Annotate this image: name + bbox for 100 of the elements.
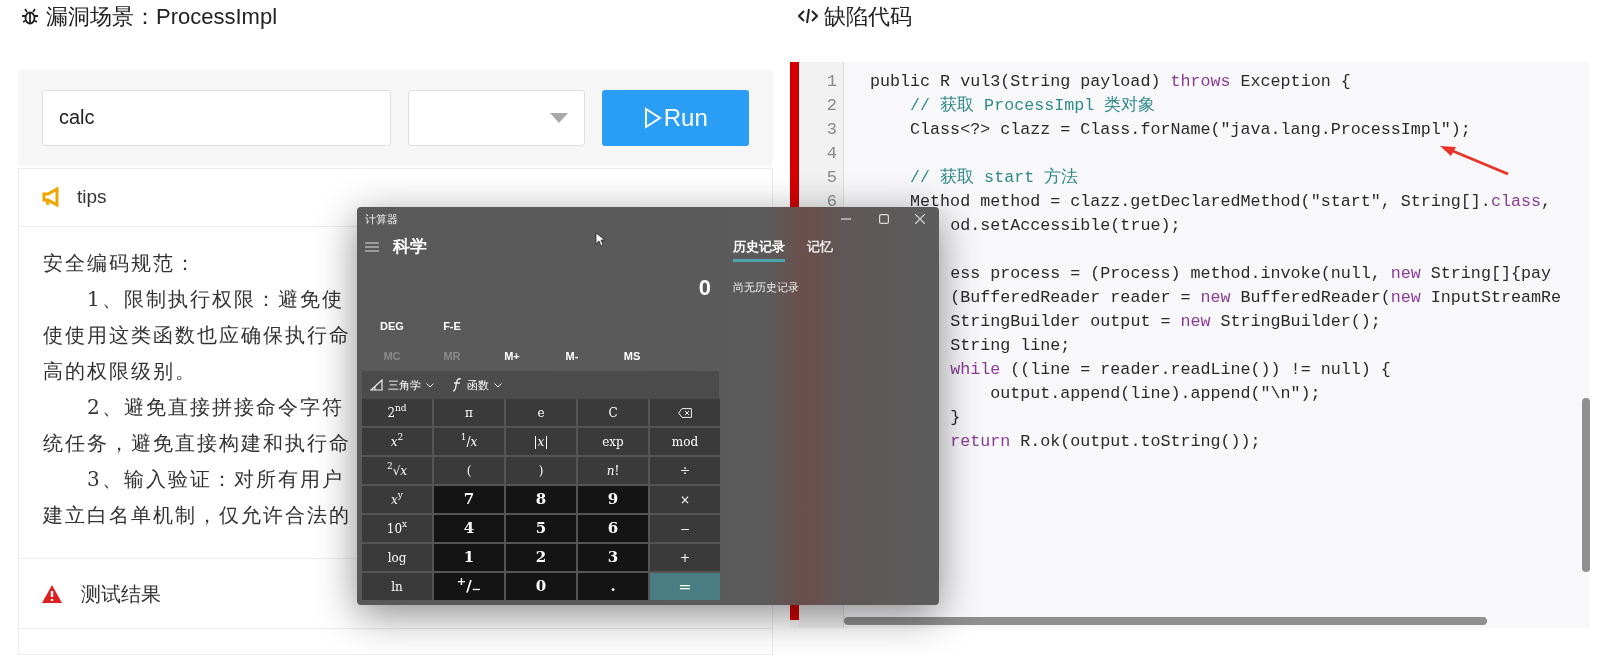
tips-text-line: 3、输入验证：对所有用户 (86, 465, 344, 493)
calculator-key[interactable]: 2 (506, 544, 576, 571)
line-number: 6 (826, 191, 837, 213)
mode-title: 科学 (393, 236, 427, 259)
code-line: Class<?> clazz = Class.forName("java.lang.ProcessImpl"); (910, 119, 1471, 141)
mode-button[interactable]: F-E (422, 317, 482, 335)
calculator-key[interactable]: x$^{y}$ (362, 486, 432, 513)
chevron-down-icon (494, 382, 502, 388)
memory-button[interactable]: MS (602, 347, 662, 365)
calculator-tab[interactable]: 历史记录 (733, 232, 785, 262)
close-icon[interactable] (915, 214, 925, 224)
calculator-key[interactable]: 2$^{nd}$ (362, 399, 432, 426)
window-title: 计算器 (365, 211, 398, 227)
calculator-key[interactable]: 7 (434, 486, 504, 513)
history-empty-text: 尚无历史记录 (733, 279, 799, 295)
command-input[interactable]: calc (42, 89, 391, 146)
result-heading: 测试结果 (81, 581, 161, 607)
code-line: public R vul3(String payload) throws Exception { (870, 71, 1351, 93)
warning-icon (41, 583, 63, 604)
backspace-icon (678, 407, 692, 418)
maximize-icon[interactable] (879, 214, 889, 224)
tips-text-line: 1、限制执行权限：避免使 (86, 285, 344, 313)
page-title: 漏洞场景：ProcessImpl (46, 2, 278, 31)
vertical-scrollbar-thumb[interactable] (1582, 398, 1590, 572)
code-line: ess process = (Process) method.invoke(null, new String[]{pay (950, 263, 1551, 285)
line-number: 2 (826, 95, 837, 117)
minimize-icon[interactable] (841, 215, 851, 223)
memory-button[interactable]: M- (542, 347, 602, 365)
menu-icon[interactable] (365, 242, 379, 252)
calculator-key[interactable]: 4 (434, 515, 504, 542)
calculator-key[interactable]: × (650, 486, 720, 513)
calculator-key[interactable]: C (578, 399, 648, 426)
calculator-key[interactable]: $^{1}$/x (434, 428, 504, 455)
display-value: 0 (698, 273, 711, 302)
tips-text-line: 安全编码规范： (43, 249, 197, 277)
code-line: output.append(line).append("\n"); (990, 383, 1321, 405)
dropdown-menu-button[interactable]: 函数 (452, 376, 502, 394)
code-line: // 获取 ProcessImpl 类对象 (910, 95, 1156, 117)
code-icon (798, 8, 818, 24)
tips-text-line: 使使用这类函数也应确保执行命 (43, 321, 351, 349)
play-icon (643, 106, 662, 129)
calculator-key[interactable]: $^{+}$/$_{−}$ (434, 573, 504, 600)
calculator-key[interactable]: mod (650, 428, 720, 455)
calculator-key[interactable]: $^{2}$√x (362, 457, 432, 484)
calculator-key[interactable]: exp (578, 428, 648, 455)
chevron-down-icon (426, 382, 434, 388)
annotation-arrow (1438, 144, 1510, 176)
code-line: } (950, 407, 961, 429)
function-icon (452, 378, 462, 392)
triangle-ruler-icon (370, 379, 383, 391)
line-number: 3 (826, 119, 837, 141)
calculator-key[interactable]: π (434, 399, 504, 426)
calculator-key[interactable]: ln (362, 573, 432, 600)
calculator-key[interactable]: ( (434, 457, 504, 484)
tips-text-line: 统任务，避免直接构建和执行命 (43, 429, 351, 457)
calculator-key[interactable]: x$^{2}$ (362, 428, 432, 455)
backspace-key[interactable] (650, 399, 720, 426)
calculator-key[interactable]: 0 (506, 573, 576, 600)
calculator-key[interactable]: . (578, 573, 648, 600)
calculator-key[interactable]: e (506, 399, 576, 426)
line-number: 1 (826, 71, 837, 93)
calculator-key[interactable]: log (362, 544, 432, 571)
mouse-cursor-icon (595, 232, 605, 247)
tips-heading: tips (77, 184, 107, 209)
mode-button[interactable]: DEG (362, 317, 422, 335)
code-line: StringBuilder output = new StringBuilder(); (950, 311, 1381, 333)
calculator-key[interactable]: ÷ (650, 457, 720, 484)
calculator-key[interactable]: = (650, 573, 720, 600)
calculator-key[interactable]: n! (578, 457, 648, 484)
calculator-key[interactable]: 10$^{x}$ (362, 515, 432, 542)
tips-text-line: 2、避免直接拼接命令字符 (86, 393, 344, 421)
line-number: 4 (826, 143, 837, 165)
calculator-key[interactable]: 5 (506, 515, 576, 542)
horizontal-scrollbar-thumb[interactable] (844, 617, 1487, 625)
calculator-key[interactable]: |x| (506, 428, 576, 455)
code-line: // 获取 start 方法 (910, 167, 1079, 189)
dropdown-caret-icon (550, 112, 569, 123)
calculator-key[interactable]: − (650, 515, 720, 542)
calculator-tab[interactable]: 记忆 (807, 232, 833, 262)
calculator-key[interactable]: 3 (578, 544, 648, 571)
panel-title: 缺陷代码 (824, 2, 912, 31)
memory-button[interactable]: M+ (482, 347, 542, 365)
code-line: while ((line = reader.readLine()) != null) { (950, 359, 1391, 381)
line-number: 5 (826, 167, 837, 189)
calculator-key[interactable]: 1 (434, 544, 504, 571)
select-field[interactable] (408, 89, 586, 146)
code-line: String line; (950, 335, 1071, 357)
code-line: (BufferedReader reader = new BufferedReader(new InputStreamRe (950, 287, 1561, 309)
code-line: od.setAccessible(true); (950, 215, 1181, 237)
tips-text-line: 高的权限级别。 (43, 357, 197, 385)
calculator-key[interactable]: 6 (578, 515, 648, 542)
code-line: return R.ok(output.toString()); (950, 431, 1261, 453)
calculator-key[interactable]: ) (506, 457, 576, 484)
dropdown-menu-button[interactable]: 三角学 (370, 376, 434, 394)
bug-icon (20, 6, 40, 26)
calculator-key[interactable]: + (650, 544, 720, 571)
code-line: Method method = clazz.getDeclaredMethod("start", String[].class, (910, 191, 1551, 213)
calculator-key[interactable]: 8 (506, 486, 576, 513)
calculator-key[interactable]: 9 (578, 486, 648, 513)
tips-text-line: 建立白名单机制，仅允许合法的 (43, 501, 351, 529)
